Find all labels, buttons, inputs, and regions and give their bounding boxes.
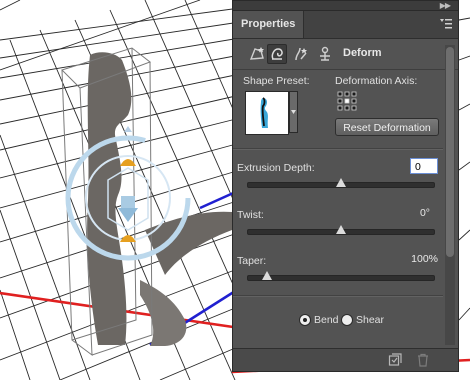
- shape-preset-label: Shape Preset:: [243, 75, 310, 87]
- panel-bottom-bar: [233, 348, 458, 371]
- extrusion-depth-thumb[interactable]: [336, 178, 346, 187]
- panel-tab-bar: Properties: [233, 11, 458, 39]
- deform-icon[interactable]: [267, 44, 287, 64]
- reset-deformation-button[interactable]: Reset Deformation: [335, 118, 439, 136]
- extrusion-depth-label: Extrusion Depth:: [237, 162, 315, 174]
- taper-slider[interactable]: [247, 271, 435, 281]
- twist-thumb[interactable]: [336, 225, 346, 234]
- bend-radio[interactable]: [299, 314, 311, 326]
- panel-menu-icon[interactable]: [439, 18, 453, 30]
- deformation-axis-label: Deformation Axis:: [335, 75, 418, 87]
- panel-scrollbar[interactable]: [445, 45, 455, 345]
- tab-properties[interactable]: Properties: [233, 11, 304, 38]
- twist-slider[interactable]: [247, 225, 435, 235]
- shape-preset-dropdown[interactable]: [289, 91, 298, 133]
- mode-icon-row: Deform: [233, 39, 458, 70]
- coordinates-icon[interactable]: [315, 44, 335, 64]
- taper-thumb[interactable]: [261, 271, 272, 280]
- bend-radio-label[interactable]: Bend: [314, 314, 339, 326]
- taper-field[interactable]: 100%: [405, 251, 441, 267]
- twist-label: Twist:: [237, 209, 264, 221]
- mesh-icon[interactable]: [247, 44, 267, 64]
- deformation-axis-grid-icon[interactable]: [337, 91, 357, 111]
- panel-scrollbar-thumb[interactable]: [446, 47, 454, 257]
- divider: [233, 148, 443, 150]
- extrusion-depth-field[interactable]: 0: [410, 158, 438, 174]
- twist-field[interactable]: 0°: [405, 205, 433, 221]
- properties-panel: ▶▶ Properties Deform Shape Preset: Defor…: [232, 0, 459, 372]
- extrusion-depth-slider[interactable]: [247, 178, 435, 188]
- panel-top-strip[interactable]: ▶▶: [233, 1, 458, 11]
- taper-label: Taper:: [237, 255, 267, 267]
- collapse-double-arrow-icon[interactable]: ▶▶: [440, 1, 451, 10]
- mode-label: Deform: [343, 47, 382, 59]
- new-3d-icon[interactable]: [388, 353, 402, 367]
- trash-icon[interactable]: [416, 353, 430, 367]
- shape-preset-thumbnail[interactable]: [245, 91, 289, 135]
- shear-radio[interactable]: [341, 314, 353, 326]
- shear-radio-label[interactable]: Shear: [356, 314, 384, 326]
- divider: [233, 295, 443, 297]
- cap-icon[interactable]: [291, 44, 311, 64]
